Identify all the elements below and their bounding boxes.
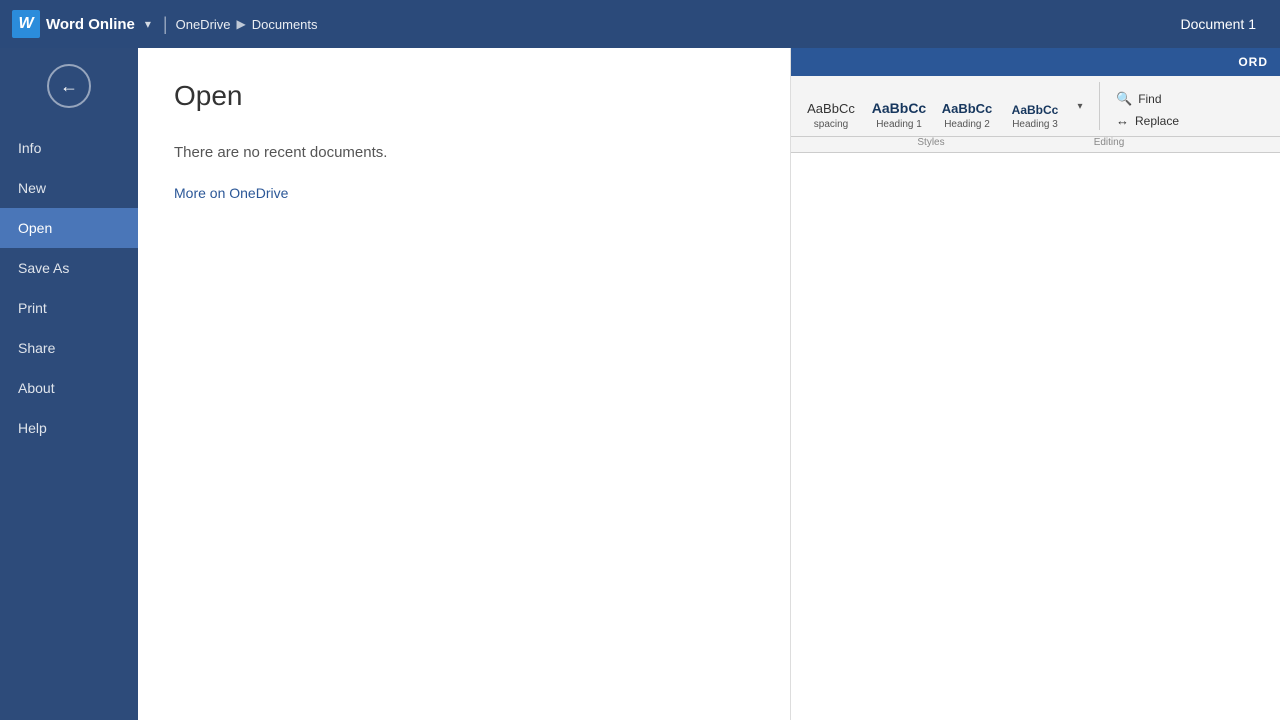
- replace-button[interactable]: ↔ Replace: [1112, 111, 1183, 130]
- replace-icon: ↔: [1116, 113, 1129, 128]
- find-icon: 🔍: [1116, 91, 1132, 107]
- sidebar-item-info[interactable]: Info: [0, 128, 138, 168]
- style-heading1-preview: AaBbCc: [872, 100, 926, 117]
- style-heading3-label: Heading 3: [1012, 119, 1058, 130]
- top-bar: W Word Online ▾ | OneDrive ▶ Documents D…: [0, 0, 1280, 48]
- editing-section-label: Editing: [1069, 137, 1149, 148]
- style-heading2[interactable]: AaBbCc Heading 2: [937, 101, 997, 130]
- sidebar-item-share[interactable]: Share: [0, 328, 138, 368]
- style-spacing-preview: AaBbCc: [807, 101, 855, 117]
- ribbon-header: ORD: [791, 48, 1280, 76]
- find-label: Find: [1138, 92, 1161, 106]
- back-button[interactable]: ←: [47, 64, 91, 108]
- replace-label: Replace: [1135, 114, 1179, 128]
- editing-group: 🔍 Find ↔ Replace: [1112, 89, 1183, 130]
- ribbon-toolbar: AaBbCc spacing AaBbCc Heading 1 AaBbCc H…: [791, 76, 1280, 137]
- app-name: Word Online: [46, 16, 135, 33]
- sidebar-item-about[interactable]: About: [0, 368, 138, 408]
- sidebar-item-save-as[interactable]: Save As: [0, 248, 138, 288]
- style-spacing[interactable]: AaBbCc spacing: [801, 101, 861, 130]
- main-layout: ← Info New Open Save As Print Share Abou…: [0, 48, 1280, 720]
- styles-section-label: Styles: [801, 137, 1061, 148]
- back-icon: ←: [60, 76, 78, 97]
- sidebar-item-open[interactable]: Open: [0, 208, 138, 248]
- breadcrumb-arrow-icon: ▶: [237, 17, 246, 31]
- ribbon-overlay: ORD AaBbCc spacing AaBbCc Heading 1: [790, 48, 1280, 720]
- breadcrumb-onedrive[interactable]: OneDrive: [176, 17, 231, 32]
- style-heading3[interactable]: AaBbCc Heading 3: [1005, 103, 1065, 130]
- style-heading2-label: Heading 2: [944, 119, 990, 130]
- sidebar: ← Info New Open Save As Print Share Abou…: [0, 48, 138, 720]
- document-title: Document 1: [1181, 16, 1256, 32]
- more-on-onedrive-link[interactable]: More on OneDrive: [174, 185, 288, 201]
- style-heading1-label: Heading 1: [876, 119, 922, 130]
- styles-dropdown-button[interactable]: ▾: [1073, 99, 1087, 113]
- style-heading3-preview: AaBbCc: [1012, 103, 1059, 117]
- style-spacing-label: spacing: [814, 119, 848, 130]
- open-panel: Open There are no recent documents. More…: [138, 48, 1280, 720]
- word-ribbon-label: ORD: [1238, 55, 1268, 69]
- find-button[interactable]: 🔍 Find: [1112, 89, 1183, 109]
- word-icon: W: [12, 10, 40, 38]
- ribbon-divider: [1099, 82, 1100, 130]
- sidebar-item-new[interactable]: New: [0, 168, 138, 208]
- breadcrumb: OneDrive ▶ Documents: [176, 17, 318, 32]
- style-heading2-preview: AaBbCc: [942, 101, 993, 117]
- sidebar-item-help[interactable]: Help: [0, 408, 138, 448]
- sidebar-item-print[interactable]: Print: [0, 288, 138, 328]
- content-area: Open There are no recent documents. More…: [138, 48, 1280, 720]
- app-dropdown-button[interactable]: ▾: [141, 15, 155, 33]
- ribbon-section-labels: Styles Editing: [791, 137, 1280, 153]
- logo-separator: |: [163, 14, 168, 35]
- document-body: [791, 153, 1280, 720]
- word-logo-area: W Word Online ▾: [12, 10, 155, 38]
- breadcrumb-documents[interactable]: Documents: [252, 17, 318, 32]
- style-heading1[interactable]: AaBbCc Heading 1: [869, 100, 929, 130]
